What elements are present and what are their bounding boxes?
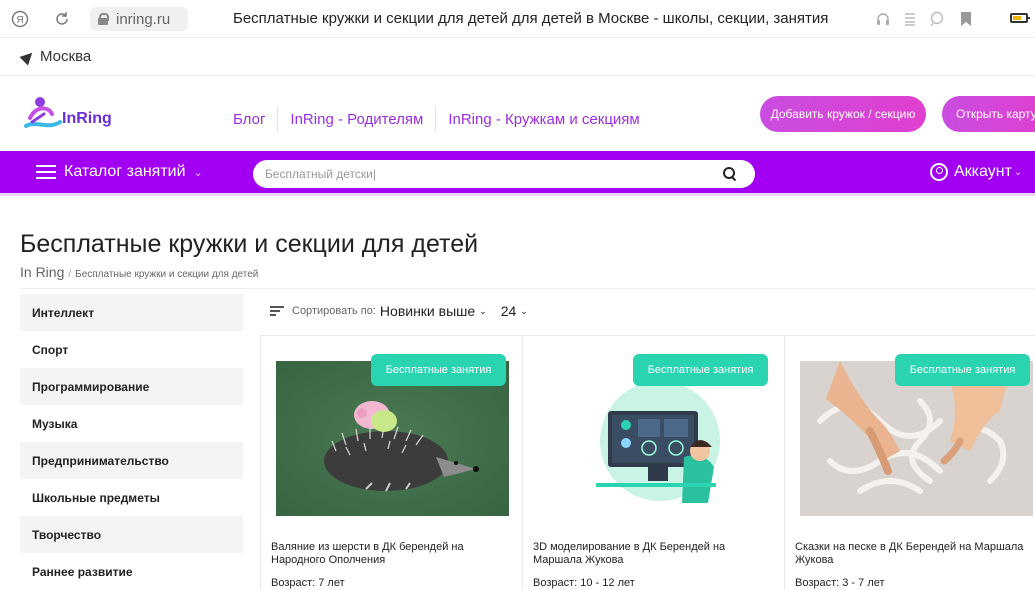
breadcrumb: In Ring / Бесплатные кружки и секции для д… (20, 264, 259, 280)
divider (20, 288, 1035, 289)
breadcrumb-home[interactable]: In Ring (20, 264, 64, 280)
activity-card[interactable]: Бесплатные занятия Сказки на песке в ДК … (784, 336, 1035, 590)
sidebar-item-school-subjects[interactable]: Школьные предметы (20, 479, 243, 516)
catalog-menu-button[interactable]: Каталог занятий ⌄ (36, 163, 203, 181)
address-domain: inring.ru (116, 10, 171, 28)
open-map-button[interactable]: Открыть карту (942, 96, 1035, 132)
activity-card[interactable]: Бесплатные занятия Валяние из шерсти в Д… (260, 336, 522, 590)
city-label: Москва (40, 48, 92, 65)
reader-mode-icon[interactable] (900, 9, 920, 29)
svg-text:Я: Я (16, 15, 23, 26)
sidebar-item-early-development[interactable]: Раннее развитие (20, 553, 243, 590)
card-age: Возраст: 3 - 7 лет (795, 577, 885, 589)
yandex-icon[interactable]: Я (10, 9, 30, 29)
nav-link-clubs[interactable]: InRing - Кружкам и секциям (448, 111, 639, 128)
inring-logo[interactable]: InRing (22, 92, 112, 136)
chevron-down-icon: ⌄ (479, 305, 487, 316)
breadcrumb-current: Бесплатные кружки и секции для детей (75, 269, 259, 280)
chevron-down-icon: ⌄ (1013, 166, 1023, 178)
chat-icon[interactable] (927, 9, 947, 29)
location-arrow-icon (19, 48, 37, 65)
headphones-icon[interactable] (873, 9, 893, 29)
city-selector[interactable]: Москва (19, 48, 92, 65)
page-title: Бесплатные кружки и секции для детей (20, 230, 479, 258)
nav-divider (435, 106, 437, 132)
browser-toolbar: Я inring.ru Бесплатные кружки и секции д… (0, 0, 1035, 38)
sidebar-item-music[interactable]: Музыка (20, 405, 243, 442)
bookmark-icon[interactable] (956, 9, 976, 29)
sort-bar: Сортировать по: Новинки выше ⌄ 24 ⌄ (270, 303, 528, 319)
sort-label: Сортировать по: (292, 305, 376, 317)
logo-text: InRing (62, 110, 112, 127)
logo-figure-icon (24, 97, 62, 128)
nav-link-blog[interactable]: Блог (233, 111, 265, 128)
search-input[interactable] (265, 167, 715, 181)
activity-grid: Бесплатные занятия Валяние из шерсти в Д… (260, 335, 1035, 590)
card-title[interactable]: Валяние из шерсти в ДК берендей на Народ… (271, 541, 511, 567)
sidebar-item-entrepreneurship[interactable]: Предпринимательство (20, 442, 243, 479)
sidebar-item-intellect[interactable]: Интеллект (20, 294, 243, 331)
free-lessons-badge: Бесплатные занятия (633, 354, 768, 386)
search-box (253, 160, 755, 188)
add-club-button[interactable]: Добавить кружок / секцию (760, 96, 926, 132)
sidebar-item-sport[interactable]: Спорт (20, 331, 243, 368)
divider (0, 75, 1035, 76)
address-bar[interactable]: inring.ru (90, 7, 188, 31)
card-age: Возраст: 7 лет (271, 577, 345, 589)
user-icon (930, 163, 948, 181)
account-label: Аккаунт (954, 163, 1012, 180)
account-menu[interactable]: Аккаунт ⌄ (930, 163, 1022, 181)
top-nav: Блог InRing - Родителям InRing - Кружкам… (233, 106, 640, 132)
card-title[interactable]: 3D моделирование в ДК Берендей на Маршал… (533, 541, 773, 567)
reload-icon[interactable] (52, 9, 72, 29)
sort-select[interactable]: Новинки выше (380, 303, 475, 319)
chevron-down-icon: ⌄ (193, 166, 203, 179)
nav-link-parents[interactable]: InRing - Родителям (290, 111, 423, 128)
free-lessons-badge: Бесплатные занятия (371, 354, 506, 386)
activity-card[interactable]: Бесплатные занятия 3D моделирование в ДК… (522, 336, 784, 590)
per-page-select[interactable]: 24 (501, 303, 517, 319)
lock-icon (98, 13, 109, 25)
search-icon[interactable] (723, 167, 737, 181)
nav-divider (277, 106, 279, 132)
sidebar-item-creativity[interactable]: Творчество (20, 516, 243, 553)
card-age: Возраст: 10 - 12 лет (533, 577, 635, 589)
sort-icon (270, 306, 284, 316)
catalog-label: Каталог занятий (64, 163, 186, 180)
battery-icon (1010, 13, 1030, 23)
free-lessons-badge: Бесплатные занятия (895, 354, 1030, 386)
card-title[interactable]: Сказки на песке в ДК Берендей на Маршала… (795, 541, 1035, 567)
category-sidebar: Интеллект Спорт Программирование Музыка … (20, 294, 243, 590)
chevron-down-icon: ⌄ (520, 305, 528, 316)
hamburger-icon (36, 165, 56, 179)
page-tab-title: Бесплатные кружки и секции для детей для… (233, 10, 829, 27)
sidebar-item-programming[interactable]: Программирование (20, 368, 243, 405)
